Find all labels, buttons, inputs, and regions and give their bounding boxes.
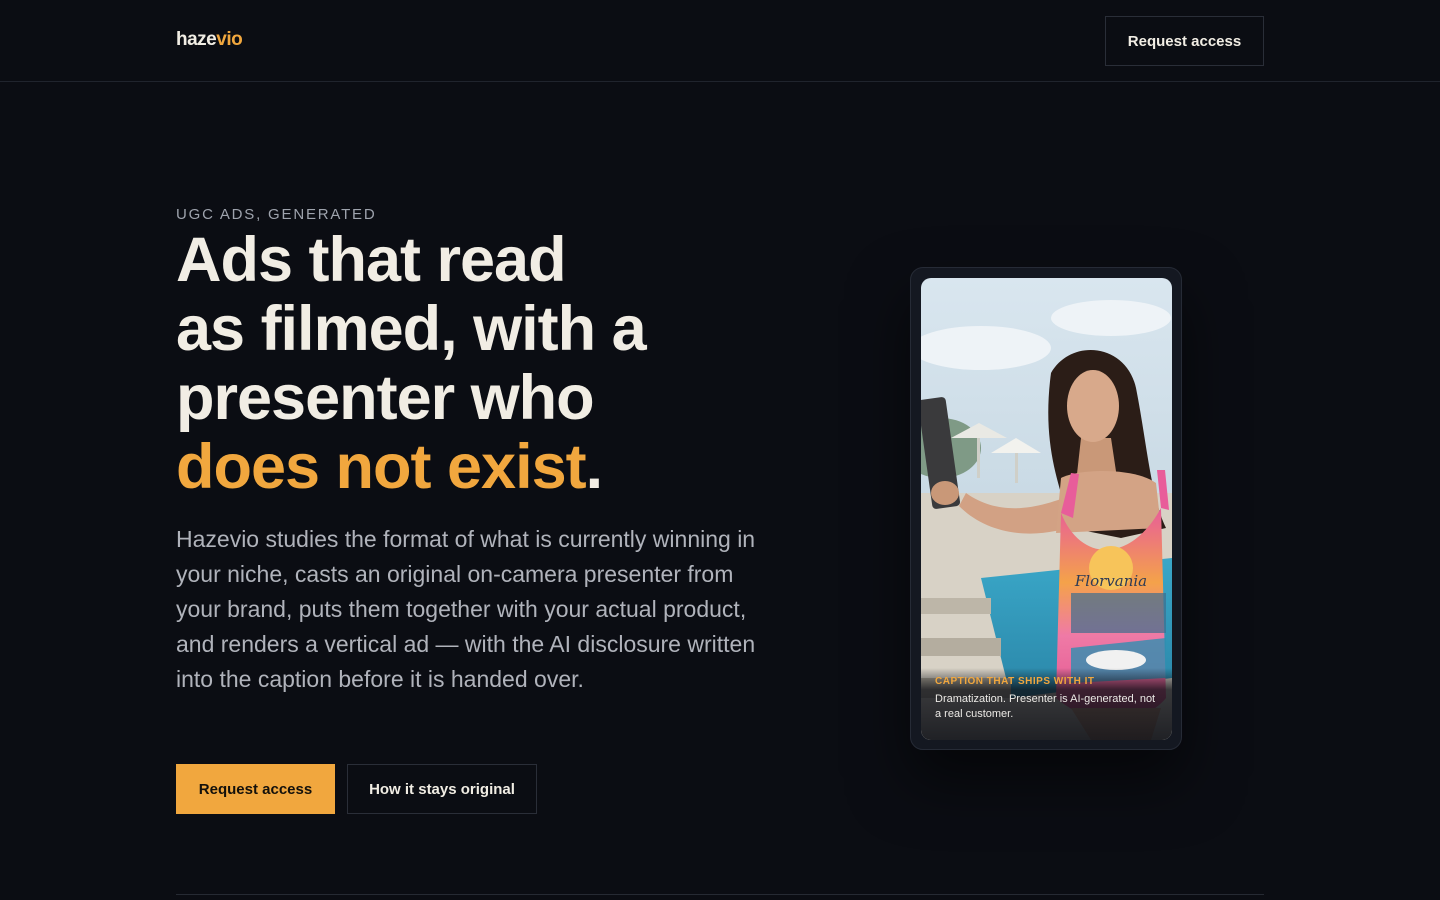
hero-lead-paragraph: Hazevio studies the format of what is cu…	[176, 526, 756, 692]
section-divider	[176, 894, 1264, 895]
ad-video-preview: Florvania CAPTION THAT SHIPS WITH IT Dra…	[921, 278, 1172, 740]
hero-request-access-button[interactable]: Request access	[176, 764, 335, 814]
disclosure-caption: CAPTION THAT SHIPS WITH IT Dramatization…	[921, 668, 1172, 740]
how-it-stays-original-button[interactable]: How it stays original	[347, 764, 537, 814]
headline-line-3: presenter who	[176, 363, 595, 433]
brand-logo[interactable]: hazevio	[176, 29, 243, 51]
hero-eyebrow: UGC ADS, GENERATED	[176, 206, 377, 223]
headline-highlight: does not exist	[176, 432, 587, 502]
site-header: hazevio Request access	[0, 0, 1440, 82]
header-request-access-button[interactable]: Request access	[1105, 16, 1264, 66]
headline-line-2: as filmed, with a	[176, 294, 647, 364]
shirt-graphic-text: Florvania	[1074, 572, 1147, 590]
caption-text: Dramatization. Presenter is AI-generated…	[935, 693, 1156, 720]
headline-period: .	[585, 432, 603, 502]
headline-line-1: Ads that read	[176, 225, 567, 295]
caption-label: CAPTION THAT SHIPS WITH IT	[935, 676, 1095, 687]
brand-name-part1: haze	[176, 29, 217, 50]
brand-name-part2: vio	[216, 29, 243, 50]
phone-mockup: Florvania CAPTION THAT SHIPS WITH IT Dra…	[910, 267, 1182, 750]
hero-headline: Ads that read as filmed, with a presente…	[176, 226, 816, 502]
